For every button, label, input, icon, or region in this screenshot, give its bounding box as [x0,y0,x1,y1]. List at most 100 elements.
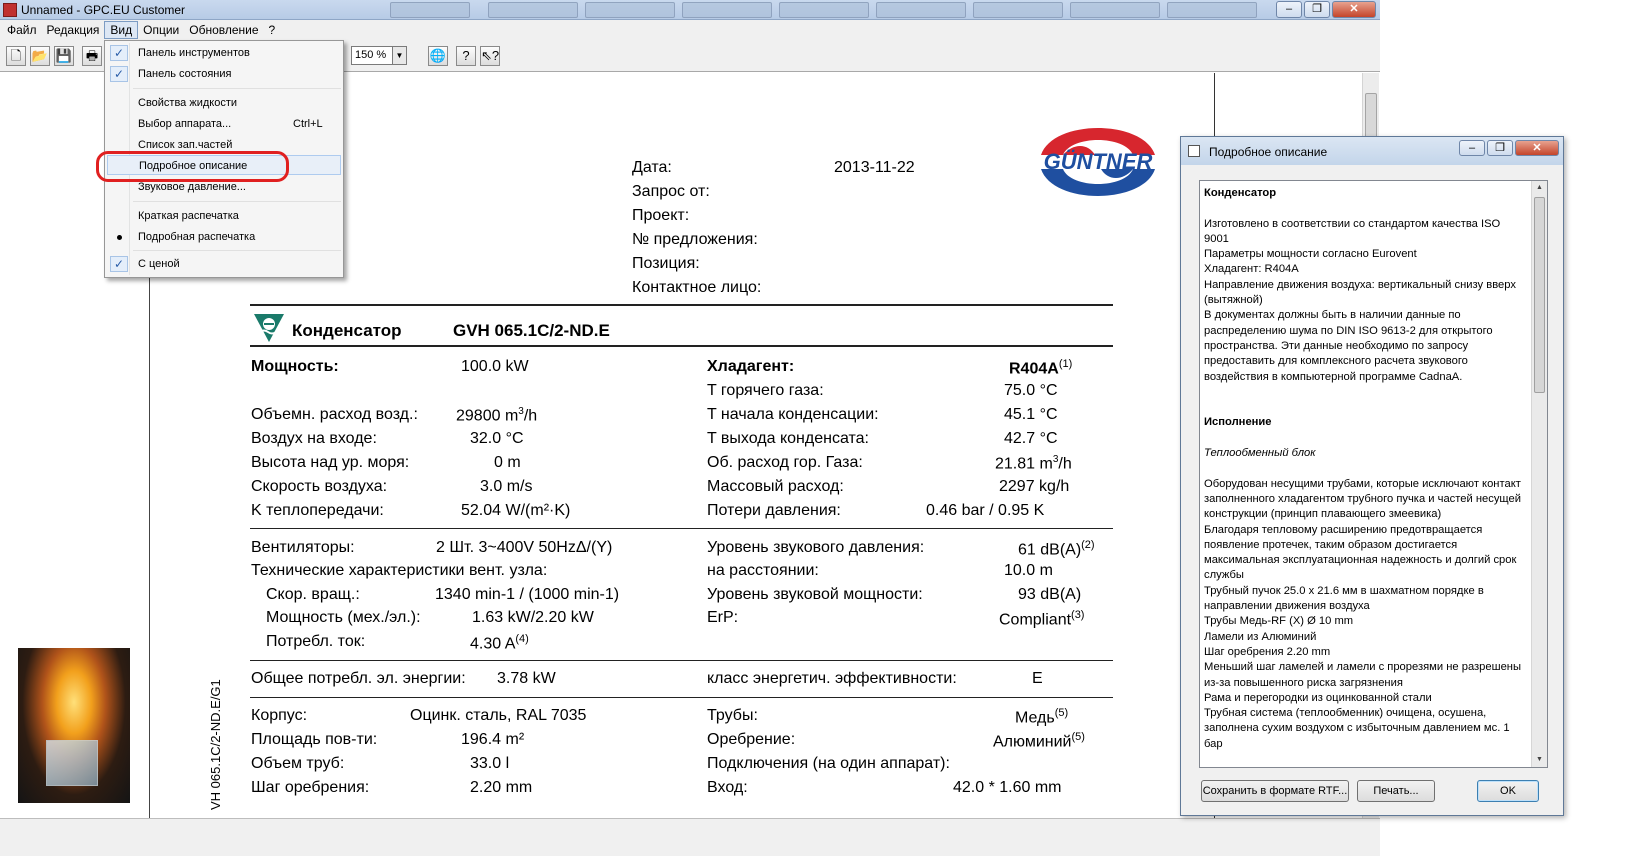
energy-class-value: E [1032,670,1043,687]
menu-separator [133,250,341,251]
menu-item-statusbar[interactable]: ✓ Панель состояния [107,64,341,84]
background-tab [876,2,966,18]
description-scrollbar[interactable]: ▲ ▼ [1531,181,1547,767]
menu-item-with-price[interactable]: ✓ С ценой [107,254,341,274]
air-in-label: Воздух на входе: [251,430,377,447]
current-label: Потребл. ток: [266,633,366,650]
scroll-down-icon[interactable]: ▼ [1532,753,1547,767]
print-button[interactable]: Печать... [1357,780,1435,802]
description-line: Направление движения воздуха: вертикальн… [1204,278,1516,307]
detail-description-dialog: Подробное описание ‒ ❐ ✕ Конденсатор Изг… [1180,136,1564,816]
close-button[interactable]: ✕ [1332,1,1376,18]
save-icon[interactable]: 💾 [54,46,74,66]
menu-bar: Файл Редакция Вид Опции Обновление ? [0,20,1380,40]
radio-dot-icon [117,235,122,240]
divider [250,697,1113,698]
total-power-value: 3.78 kW [497,670,556,687]
check-icon: ✓ [110,256,128,272]
fins-label: Оребрение: [707,731,796,748]
description-text-area[interactable]: Конденсатор Изготовлено в соответствии с… [1199,180,1548,768]
request-label: Запрос от: [632,183,710,200]
flame-ice-image [18,648,130,803]
scroll-up-icon[interactable]: ▲ [1532,181,1547,195]
zoom-value: 150 % [355,49,387,61]
ok-button[interactable]: OK [1477,780,1539,802]
menu-item-short-print[interactable]: Краткая распечатка [107,206,341,226]
tube-volume-label: Объем труб: [251,755,345,772]
scroll-thumb[interactable] [1534,197,1545,393]
menu-update[interactable]: Обновление [184,21,263,39]
altitude-value: 0 m [494,454,521,471]
menu-file[interactable]: Файл [2,21,42,39]
menu-separator [133,88,341,89]
erp-label: ErP: [707,609,739,626]
menu-item-select-unit[interactable]: Выбор аппарата... Ctrl+L [107,114,341,134]
zoom-select[interactable]: 150 % ▼ [351,46,407,65]
divider [250,528,1113,529]
k-value: 52.04 W/(m²·K) [461,502,571,519]
menu-options[interactable]: Опции [138,21,184,39]
swl-label: Уровень звуковой мощности: [707,586,923,603]
dialog-maximize-button[interactable]: ❐ [1487,140,1513,156]
background-tab [390,2,470,18]
description-line: Трубный пучок 25.0 x 21.6 мм в шахматном… [1204,584,1484,613]
menu-edit[interactable]: Редакция [42,21,105,39]
maximize-button[interactable]: ❐ [1304,1,1330,18]
description-subheading: Теплообменный блок [1204,447,1316,460]
inlet-label: Вход: [707,779,748,796]
motor-power-value: 1.63 kW/2.20 kW [472,609,594,626]
background-tab [779,2,869,18]
menu-item-toolbar[interactable]: ✓ Панель инструментов [107,43,341,63]
description-line: Трубы Медь-RF (X) Ø 10 mm [1204,615,1354,628]
context-help-icon[interactable]: ⇖? [480,46,500,66]
power-value: 100.0 kW [461,358,529,375]
air-speed-value: 3.0 m/s [480,478,533,495]
cond-out-value: 42.7 °C [1004,430,1058,447]
dialog-title-bar: Подробное описание ‒ ❐ ✕ [1181,137,1563,165]
k-label: K теплопередачи: [251,502,384,519]
position-label: Позиция: [632,255,700,272]
menu-item-detailed-print[interactable]: Подробная распечатка [107,227,341,247]
hot-gas-label: T горячего газа: [707,382,824,399]
menu-item-fluid-properties[interactable]: Свойства жидкости [107,93,341,113]
spl-label: Уровень звукового давления: [707,539,925,556]
description-line: Шаг оребрения 2.20 mm [1204,645,1331,658]
connections-label: Подключения (на один аппарат): [707,755,950,772]
divider [250,660,1113,661]
open-folder-icon[interactable]: 📂 [30,46,50,66]
print-icon[interactable]: 🖶 [82,46,102,66]
product-type: Конденсатор [292,321,402,340]
date-label: Дата: [632,159,672,176]
description-line: Меньший шаг ламелей и ламели с прорезями… [1204,661,1522,689]
cond-out-label: T выхода конденсата: [707,430,869,447]
distance-value: 10.0 m [1004,562,1053,579]
description-line: В документах должны быть в наличии данны… [1204,309,1493,383]
fans-value: 2 Шт. 3~400V 50HzΔ/(Y) [436,539,613,556]
dialog-close-button[interactable]: ✕ [1515,140,1559,156]
help-icon[interactable]: ? [456,46,476,66]
mass-flow-value: 2297 kg/h [999,478,1070,495]
current-value: 4.30 A(4) [470,633,529,653]
background-tab [1167,2,1257,18]
refrigerant-value: R404A(1) [1009,358,1073,378]
save-rtf-button[interactable]: Сохранить в формате RTF... [1201,780,1349,802]
dialog-minimize-button[interactable]: ‒ [1459,140,1485,156]
pressure-drop-label: Потери давления: [707,502,841,519]
description-line: Параметры мощности согласно Eurovent [1204,248,1417,261]
background-tab [1070,2,1160,18]
background-tab [488,2,578,18]
cond-start-value: 45.1 °C [1004,406,1058,423]
altitude-label: Высота над ур. моря: [251,454,410,471]
menu-help[interactable]: ? [264,21,281,39]
globe-icon[interactable]: 🌐 [428,46,448,66]
pressure-drop-value: 0.46 bar / 0.95 K [926,502,1045,519]
minimize-button[interactable]: ‒ [1276,1,1302,18]
total-power-label: Общее потребл. эл. энергии: [251,670,466,687]
menu-separator [133,201,341,202]
ice-cube-image [46,740,98,786]
tube-volume-value: 33.0 l [470,755,510,772]
new-file-icon[interactable]: 🗋 [6,46,26,66]
menu-view[interactable]: Вид [104,21,139,39]
description-line: Хладагент: R404A [1204,263,1299,276]
tech-label: Технические характеристики вент. узла: [251,562,548,579]
